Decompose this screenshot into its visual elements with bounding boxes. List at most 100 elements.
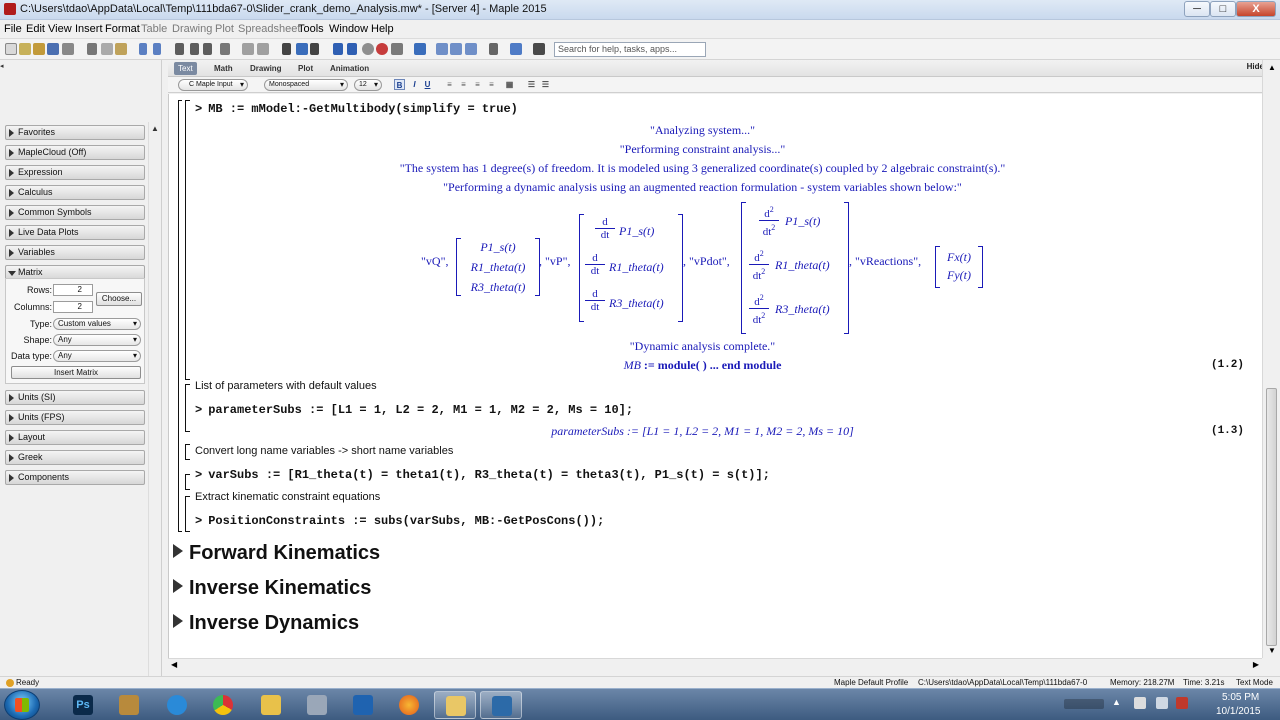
data-type-select[interactable]: Any <box>53 350 141 362</box>
execute-icon[interactable] <box>333 43 343 55</box>
new-icon[interactable] <box>5 43 17 55</box>
taskbar-explorer[interactable] <box>434 691 476 719</box>
expand-section-icon[interactable] <box>173 544 183 558</box>
maximize-button[interactable]: □ <box>1210 1 1236 17</box>
palette-greek[interactable]: Greek <box>5 450 145 465</box>
type-select[interactable]: Custom values <box>53 318 141 330</box>
style-select[interactable]: C Maple Input <box>178 79 248 91</box>
columns-stepper[interactable]: 2 <box>53 301 93 313</box>
taskbar-app5[interactable] <box>296 691 338 719</box>
insert-matrix-button[interactable]: Insert Matrix <box>11 366 141 379</box>
menu-tools[interactable]: Tools <box>298 23 324 35</box>
tray-hidden-icons[interactable] <box>1064 699 1104 709</box>
text-extract[interactable]: Extract kinematic constraint equations <box>195 491 380 503</box>
palette-maplecloud[interactable]: MapleCloud (Off) <box>5 145 145 160</box>
input-getmultibody[interactable]: > MB := mModel:-GetMultibody(simplify = t… <box>195 102 518 116</box>
copy-icon[interactable] <box>101 43 113 55</box>
document-vertical-scrollbar[interactable]: ▲ ▼ <box>1262 60 1280 658</box>
text-convert[interactable]: Convert long name variables -> short nam… <box>195 445 453 457</box>
palette-live-data-plots[interactable]: Live Data Plots <box>5 225 145 240</box>
insert-prompt-icon[interactable] <box>203 43 212 55</box>
input-positionconstraints[interactable]: > PositionConstraints := subs(varSubs, MB… <box>195 514 604 528</box>
menu-format[interactable]: Format <box>105 23 140 35</box>
help-icon[interactable] <box>533 43 545 55</box>
minimize-button[interactable]: ─ <box>1184 1 1210 17</box>
forward-icon[interactable] <box>310 43 319 55</box>
tab-animation[interactable]: Animation <box>326 62 373 75</box>
insert-text-icon[interactable] <box>175 43 184 55</box>
search-input[interactable]: Search for help, tasks, apps... <box>554 42 706 57</box>
tab-drawing[interactable]: Drawing <box>246 62 286 75</box>
insert-math-icon[interactable] <box>190 43 199 55</box>
scroll-left-icon[interactable]: ◀ <box>171 660 177 669</box>
tab-plot[interactable]: Plot <box>294 62 317 75</box>
menu-plot[interactable]: Plot <box>215 23 234 35</box>
align-left-icon[interactable]: ≡ <box>444 79 455 90</box>
paste-icon[interactable] <box>115 43 127 55</box>
print-icon[interactable] <box>62 43 74 55</box>
back-icon[interactable] <box>282 43 291 55</box>
palette-icon[interactable] <box>414 43 426 55</box>
menu-spreadsheet[interactable]: Spreadsheet <box>238 23 300 35</box>
align-right-icon[interactable]: ≡ <box>472 79 483 90</box>
numbered-list-icon[interactable]: ☰ <box>540 79 551 90</box>
section-inverse-dynamics[interactable]: Inverse Dynamics <box>173 612 359 635</box>
scroll-up-icon[interactable]: ▲ <box>151 124 159 133</box>
tray-network-icon[interactable] <box>1156 697 1168 709</box>
outdent-icon[interactable] <box>257 43 269 55</box>
menu-table[interactable]: Table <box>141 23 167 35</box>
section-inverse-kinematics[interactable]: Inverse Kinematics <box>173 577 371 600</box>
palette-scrollbar[interactable]: ▲ ▼ <box>148 122 160 720</box>
palette-variables[interactable]: Variables <box>5 245 145 260</box>
scroll-thumb[interactable] <box>1266 388 1277 646</box>
italic-button[interactable]: I <box>409 79 420 90</box>
bullet-list-icon[interactable]: ☰ <box>526 79 537 90</box>
toggle-icon[interactable] <box>489 43 498 55</box>
zoom-out-icon[interactable] <box>465 43 477 55</box>
taskbar-outlook[interactable] <box>342 691 384 719</box>
taskbar-photoshop[interactable]: Ps <box>62 691 104 719</box>
execute-all-icon[interactable] <box>347 43 357 55</box>
tray-clock-date[interactable]: 10/1/2015 <box>1216 706 1261 717</box>
tray-flag-icon[interactable] <box>1134 697 1146 709</box>
palette-favorites[interactable]: Favorites <box>5 125 145 140</box>
text-parameters[interactable]: List of parameters with default values <box>195 380 377 392</box>
menu-insert[interactable]: Insert <box>75 23 103 35</box>
taskbar-ie[interactable] <box>156 691 198 719</box>
palette-calculus[interactable]: Calculus <box>5 185 145 200</box>
worksheet[interactable]: > MB := mModel:-GetMultibody(simplify = t… <box>168 94 1262 658</box>
size-select[interactable]: 12 <box>354 79 382 91</box>
collapse-icon[interactable] <box>220 43 230 55</box>
redo-icon[interactable] <box>153 43 161 55</box>
justify-icon[interactable]: ≡ <box>486 79 497 90</box>
input-varsubs[interactable]: > varSubs := [R1_theta(t) = theta1(t), R3… <box>195 468 770 482</box>
zoom-in-icon[interactable] <box>450 43 462 55</box>
table-icon[interactable]: ▦ <box>504 79 515 90</box>
save-icon[interactable] <box>47 43 59 55</box>
menu-view[interactable]: View <box>48 23 72 35</box>
indent-icon[interactable] <box>242 43 254 55</box>
palette-expression[interactable]: Expression <box>5 165 145 180</box>
zoom-icon[interactable] <box>436 43 448 55</box>
palette-units-fps[interactable]: Units (FPS) <box>5 410 145 425</box>
taskbar-maple[interactable] <box>480 691 522 719</box>
choose-button[interactable]: Choose... <box>96 292 142 306</box>
cut-icon[interactable] <box>87 43 97 55</box>
stop-icon[interactable] <box>376 43 388 55</box>
scroll-up-icon[interactable]: ▲ <box>1268 63 1276 72</box>
taskbar-firefox[interactable] <box>388 691 430 719</box>
underline-button[interactable]: U <box>422 79 433 90</box>
input-parametersubs[interactable]: > parameterSubs := [L1 = 1, L2 = 2, M1 = … <box>195 403 633 417</box>
undo-icon[interactable] <box>139 43 147 55</box>
tray-clock-time[interactable]: 5:05 PM <box>1222 692 1259 703</box>
scroll-down-icon[interactable]: ▼ <box>1268 646 1276 655</box>
menu-edit[interactable]: Edit <box>26 23 45 35</box>
expand-section-icon[interactable] <box>173 614 183 628</box>
taskbar-chrome[interactable] <box>202 691 244 719</box>
align-center-icon[interactable]: ≡ <box>458 79 469 90</box>
restart-icon[interactable] <box>391 43 403 55</box>
equation-label-1-3[interactable]: (1.3) <box>1211 425 1244 437</box>
menu-drawing[interactable]: Drawing <box>172 23 212 35</box>
font-select[interactable]: Monospaced <box>264 79 348 91</box>
collapse-palette-icon[interactable]: ◂ <box>0 62 6 70</box>
